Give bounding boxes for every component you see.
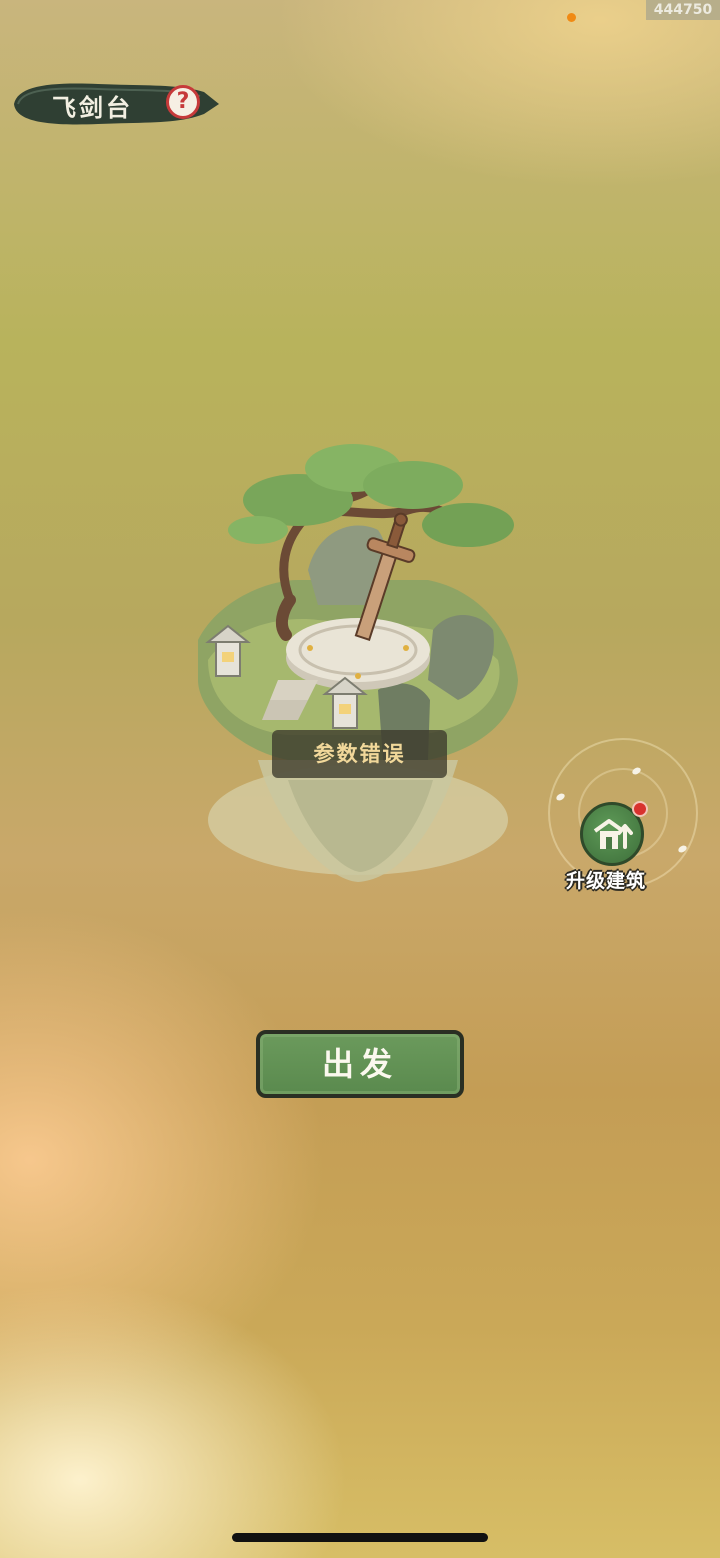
id-tag: 444750 bbox=[646, 0, 720, 20]
home-indicator[interactable] bbox=[232, 1533, 488, 1542]
upgrade-building-label: 升级建筑 bbox=[566, 870, 647, 892]
title-banner: 飞剑台 ? bbox=[8, 80, 220, 128]
status-dot bbox=[567, 13, 576, 22]
notification-badge-icon bbox=[632, 801, 648, 817]
page-title: 飞剑台 bbox=[52, 93, 133, 122]
depart-button[interactable]: 出发 bbox=[256, 1030, 464, 1098]
sword-platform-illustration[interactable] bbox=[178, 430, 538, 890]
upgrade-building-button[interactable]: 升级建筑 bbox=[548, 738, 700, 898]
status-label: 参数错误 bbox=[272, 730, 447, 778]
help-icon[interactable]: ? bbox=[166, 85, 200, 119]
